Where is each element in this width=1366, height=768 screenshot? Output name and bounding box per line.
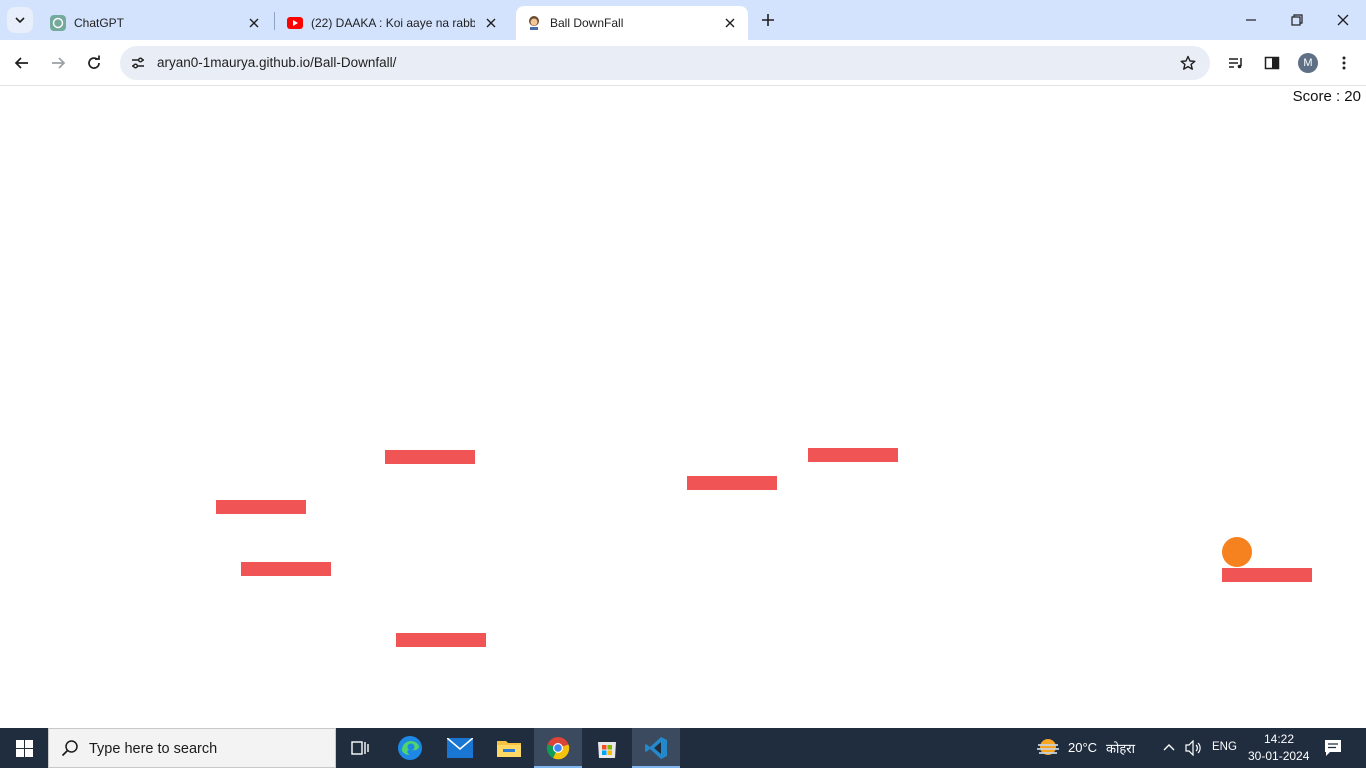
windows-taskbar: Type here to search 20°C कोहरा ENG 14:22… [0,728,1366,768]
task-view-icon [351,741,369,755]
taskbar-edge[interactable] [386,728,434,768]
close-window-button[interactable] [1320,0,1366,40]
platform [808,448,898,462]
close-icon [1337,14,1349,26]
side-panel-icon [1264,56,1280,70]
store-icon [598,742,616,758]
clock-date: 30-01-2024 [1248,749,1310,763]
edge-icon [398,736,422,760]
forward-button[interactable] [44,49,72,77]
folder-icon [497,741,521,757]
tab-title: (22) DAAKA : Koi aaye na rabba [311,16,475,30]
notification-icon [1325,740,1341,756]
minimize-button[interactable] [1228,0,1274,40]
bookmark-star-icon[interactable] [1178,53,1198,73]
media-control-button[interactable] [1222,49,1250,77]
start-button[interactable] [0,728,48,768]
tab-title: ChatGPT [74,16,125,30]
taskbar-vscode[interactable] [632,728,680,768]
minimize-icon [1246,19,1256,21]
close-tab-icon[interactable] [722,15,738,31]
clock-time: 14:22 [1264,732,1295,746]
taskbar-chrome[interactable] [534,728,582,768]
new-tab-button[interactable] [756,8,780,32]
tab-youtube[interactable]: (22) DAAKA : Koi aaye na rabba [277,6,511,40]
browser-toolbar: aryan0-1maurya.github.io/Ball-Downfall/ … [0,40,1366,86]
youtube-icon [287,15,303,31]
kebab-menu-icon [1342,56,1346,70]
platform [216,500,306,514]
task-view-button[interactable] [336,728,384,768]
score-display: Score : 20 [1292,88,1361,105]
game-area[interactable]: Score : 20 [0,87,1366,728]
arrow-left-icon [14,57,28,69]
profile-avatar[interactable]: M [1298,53,1318,73]
side-panel-button[interactable] [1258,49,1286,77]
weather-fog-icon [1037,739,1059,755]
restore-button[interactable] [1274,0,1320,40]
close-tab-icon[interactable] [246,15,262,31]
show-hidden-icons-button[interactable] [1162,740,1176,759]
reload-button[interactable] [80,49,108,77]
plus-icon [762,14,774,26]
platform [241,562,331,576]
address-bar[interactable]: aryan0-1maurya.github.io/Ball-Downfall/ [120,46,1210,80]
windows-logo-icon [15,739,33,757]
tab-separator [274,12,275,30]
language-indicator[interactable]: ENG [1212,741,1237,753]
notifications-button[interactable] [1324,739,1342,762]
tab-ball-downfall[interactable]: Ball DownFall [516,6,748,40]
taskbar-store[interactable] [583,728,631,768]
tab-title: Ball DownFall [550,16,624,30]
taskbar-search[interactable]: Type here to search [48,728,336,768]
restore-icon [1291,14,1303,26]
arrow-right-icon [52,57,66,69]
url-text[interactable]: aryan0-1maurya.github.io/Ball-Downfall/ [157,55,396,70]
weather-description: कोहरा [1106,741,1135,756]
search-placeholder: Type here to search [89,741,218,757]
ball-downfall-favicon [526,15,542,31]
menu-button[interactable] [1330,49,1358,77]
volume-button[interactable] [1185,739,1203,761]
chatgpt-icon [50,15,66,31]
tab-search-button[interactable] [7,7,33,33]
chrome-icon [546,737,570,760]
back-button[interactable] [8,49,36,77]
media-queue-icon [1229,58,1242,69]
platform [385,450,475,464]
platform [687,476,777,490]
ball [1222,537,1252,567]
chevron-up-icon [1163,744,1175,751]
tab-strip: ChatGPT (22) DAAKA : Koi aaye na rabba B… [0,0,1366,40]
speaker-icon [1185,739,1201,757]
weather-temperature: 20°C [1068,740,1098,755]
site-settings-icon[interactable] [126,51,150,75]
taskbar-mail[interactable] [436,728,484,768]
vscode-icon [645,737,667,759]
tab-chatgpt[interactable]: ChatGPT [40,6,272,40]
reload-icon [88,55,100,69]
platform [1222,568,1312,582]
close-tab-icon[interactable] [483,15,499,31]
chevron-down-icon [15,17,25,24]
platform [396,633,486,647]
taskbar-file-explorer[interactable] [485,728,533,768]
mail-icon [447,738,473,758]
search-icon [61,739,79,762]
